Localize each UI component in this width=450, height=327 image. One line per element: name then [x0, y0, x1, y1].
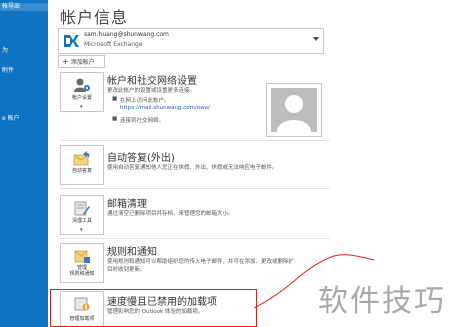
cleanup-tools-button[interactable]: 清理工具 ▾: [60, 195, 104, 235]
tile-label: 规则和通知: [69, 271, 95, 277]
section-desc: 使用自动答复通知他人您正在休假、外出、休假或无法响应电子邮件。: [107, 165, 278, 171]
account-dropdown[interactable]: sam.huang@shunwang.com Microsoft Exchang…: [58, 28, 324, 54]
section-title-auto-reply: 自动答复(外出): [107, 153, 175, 164]
add-account-button[interactable]: + 添加帐户: [58, 55, 105, 68]
watermark: 软件技巧: [318, 284, 446, 319]
cleanup-icon: [74, 201, 90, 216]
section-desc: 更改此帐户的设置或设置更多连接。: [107, 88, 196, 94]
section-title-account-settings: 帐户和社交网络设置: [107, 76, 197, 87]
account-settings-button[interactable]: 帐户设置 ▾: [60, 72, 104, 112]
nav-item-3[interactable]: 附件: [2, 67, 14, 75]
auto-reply-button[interactable]: 自动答复: [60, 145, 104, 185]
add-account-label: 添加帐户: [70, 59, 95, 66]
bullet-icon: ■: [112, 96, 118, 102]
page-title: 帐户信息: [60, 8, 129, 27]
section-desc: 通过清空已删除项目并存档，来管理您的邮箱大小。: [107, 211, 234, 217]
chevron-down-icon: ▾: [80, 227, 83, 233]
divider: [60, 238, 330, 239]
nav-item-account[interactable]: e 帐户: [2, 115, 20, 123]
avatar[interactable]: [266, 83, 322, 137]
chevron-down-icon: [313, 37, 319, 41]
tile-label: 自动答复: [71, 168, 92, 174]
account-settings-icon: [74, 78, 90, 92]
account-type: Microsoft Exchange: [84, 41, 143, 48]
section-title-rules: 规则和通知: [107, 247, 157, 258]
avatar-placeholder: [271, 88, 317, 132]
manage-rules-button[interactable]: 管理 规则和通知: [60, 243, 104, 283]
plus-icon: +: [62, 57, 69, 66]
tile-label: 清理工具: [71, 218, 92, 224]
section-desc: 目时收到更新。: [107, 267, 146, 273]
bullet-icon: ■: [112, 116, 118, 122]
tile-label: 帐户设置: [71, 95, 92, 101]
bullet-text: 连接到社交网络。: [120, 118, 165, 124]
owa-link[interactable]: https://mail.shunwang.com/owa/: [120, 105, 210, 111]
section-title-cleanup: 邮箱清理: [107, 199, 147, 210]
divider: [60, 140, 330, 141]
bullet-text: 在网上访问此帐户。: [120, 98, 170, 104]
nav-item-export[interactable]: 帐导出: [0, 3, 48, 11]
backstage-nav: 帐导出 为 附件 e 帐户: [0, 0, 48, 327]
exchange-icon: [62, 32, 80, 50]
divider: [60, 188, 330, 189]
person-icon: [271, 88, 317, 132]
chevron-down-icon: ▾: [80, 104, 83, 110]
rules-icon: [74, 250, 90, 263]
account-email: sam.huang@shunwang.com: [84, 31, 169, 38]
nav-item-2[interactable]: 为: [2, 47, 8, 55]
highlight-box: [50, 289, 257, 327]
auto-reply-icon: [73, 151, 90, 166]
